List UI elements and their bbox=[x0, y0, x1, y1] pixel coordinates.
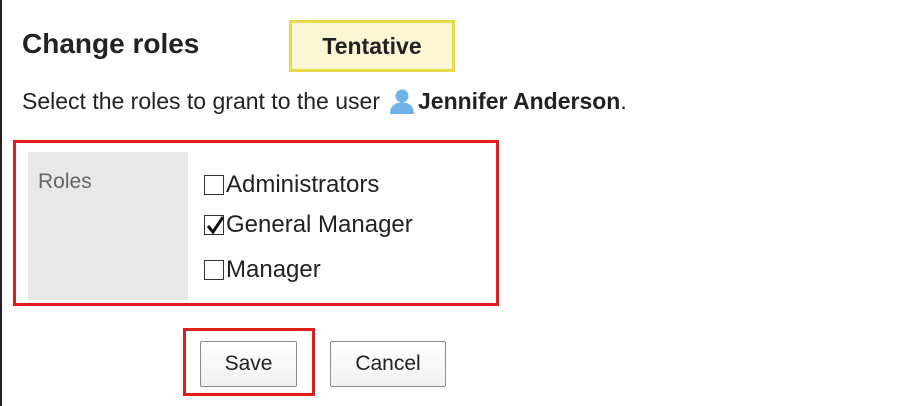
role-option-label: General Manager bbox=[226, 211, 413, 238]
description-text: Select the roles to grant to the user Je… bbox=[22, 86, 627, 116]
administrators-checkbox[interactable] bbox=[204, 175, 224, 195]
general-manager-checkbox[interactable] bbox=[204, 215, 225, 235]
user-icon bbox=[388, 87, 416, 115]
cancel-button[interactable]: Cancel bbox=[330, 341, 446, 387]
save-button[interactable]: Save bbox=[200, 341, 297, 387]
manager-checkbox[interactable] bbox=[204, 260, 224, 280]
description-prefix: Select the roles to grant to the user bbox=[22, 88, 380, 114]
role-option-manager[interactable]: Manager bbox=[204, 256, 321, 284]
description-suffix: . bbox=[620, 88, 627, 114]
role-option-administrators[interactable]: Administrators bbox=[204, 171, 379, 199]
role-option-general-manager[interactable]: General Manager bbox=[204, 211, 413, 239]
roles-label-cell: Roles bbox=[28, 152, 188, 300]
role-option-label: Manager bbox=[226, 256, 321, 283]
status-badge: Tentative bbox=[289, 20, 455, 72]
roles-label: Roles bbox=[38, 170, 92, 193]
roles-highlight-box: Roles Administrators General Manager Man… bbox=[13, 140, 499, 306]
page-title: Change roles bbox=[22, 28, 200, 59]
user-name-link[interactable]: Jennifer Anderson bbox=[418, 86, 620, 116]
checkmark-icon bbox=[206, 216, 225, 235]
role-option-label: Administrators bbox=[226, 171, 380, 198]
